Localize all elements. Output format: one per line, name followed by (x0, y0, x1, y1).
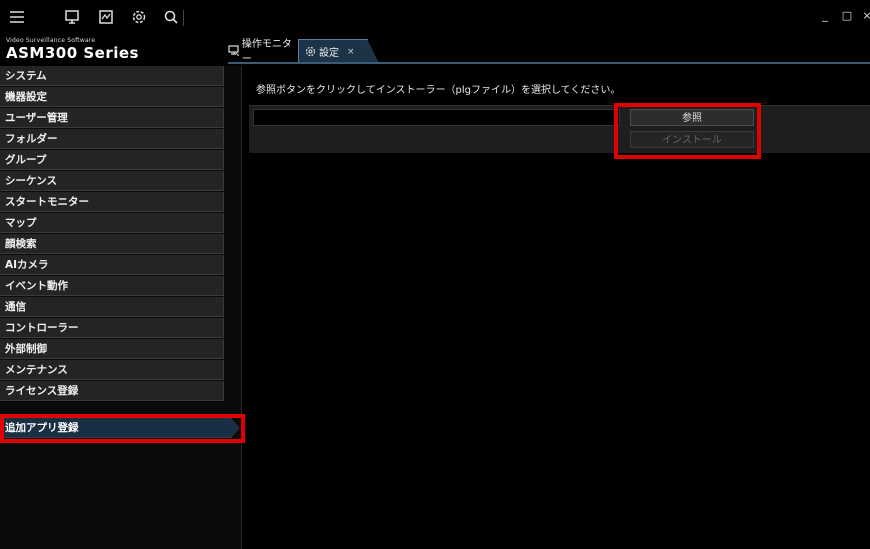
tab-settings[interactable]: 設定 × (298, 39, 379, 63)
sidebar-item-maintenance[interactable]: メンテナンス (0, 360, 224, 380)
map-icon[interactable] (98, 9, 116, 27)
sidebar-item-sequence[interactable]: シーケンス (0, 171, 224, 191)
sidebar-item-system[interactable]: システム (0, 66, 224, 86)
brand-subtitle: Video Surveillance Software (6, 37, 96, 44)
sidebar: システム 機器設定 ユーザー管理 フォルダー グループ シーケンス スタートモニ… (0, 66, 242, 549)
search-icon[interactable] (163, 9, 181, 27)
settings-icon[interactable] (131, 9, 149, 27)
sidebar-item-ai-camera[interactable]: AIカメラ (0, 255, 224, 275)
sidebar-item-event-action[interactable]: イベント動作 (0, 276, 224, 296)
sidebar-item-user-management[interactable]: ユーザー管理 (0, 108, 224, 128)
highlight-box-buttons (614, 103, 761, 159)
tab-operation-monitor[interactable]: 操作モニター (228, 39, 296, 65)
tab-label: 操作モニター (241, 39, 292, 65)
sidebar-item-folder[interactable]: フォルダー (0, 129, 224, 149)
installer-panel: 参照 インストール (249, 105, 870, 153)
tab-label: 設定 (319, 48, 339, 59)
monitor-icon[interactable] (64, 9, 82, 27)
monitor-icon (228, 44, 239, 56)
sidebar-item-map[interactable]: マップ (0, 213, 224, 233)
sidebar-item-controller[interactable]: コントローラー (0, 318, 224, 338)
sidebar-item-group[interactable]: グループ (0, 150, 224, 170)
installer-file-path-field[interactable] (253, 109, 620, 126)
sidebar-item-device-settings[interactable]: 機器設定 (0, 87, 224, 107)
menu-icon[interactable] (9, 9, 27, 27)
tab-underline (228, 62, 870, 64)
sidebar-item-start-monitor[interactable]: スタートモニター (0, 192, 224, 212)
highlight-box-sidebar-item (0, 414, 245, 443)
maximize-button[interactable]: □ (840, 9, 854, 23)
close-button[interactable]: × (860, 9, 870, 23)
settings-icon (305, 46, 316, 57)
sidebar-item-communication[interactable]: 通信 (0, 297, 224, 317)
minimize-button[interactable]: _ (818, 9, 832, 23)
top-toolbar: _ □ × (0, 0, 870, 36)
brand-logo: Video Surveillance Software ASM300 Serie… (6, 36, 226, 62)
sidebar-item-external-control[interactable]: 外部制御 (0, 339, 224, 359)
brand-title: ASM300 Series (6, 44, 139, 62)
toolbar-divider (183, 10, 184, 26)
tab-strip: 操作モニター 設定 × (228, 39, 870, 65)
main-panel: 参照ボタンをクリックしてインストーラー（plgファイル）を選択してください。 参… (242, 66, 870, 549)
close-icon[interactable]: × (347, 47, 355, 57)
sidebar-item-license-registration[interactable]: ライセンス登録 (0, 381, 224, 401)
instruction-text: 参照ボタンをクリックしてインストーラー（plgファイル）を選択してください。 (256, 85, 621, 96)
sidebar-item-face-search[interactable]: 顔検索 (0, 234, 224, 254)
